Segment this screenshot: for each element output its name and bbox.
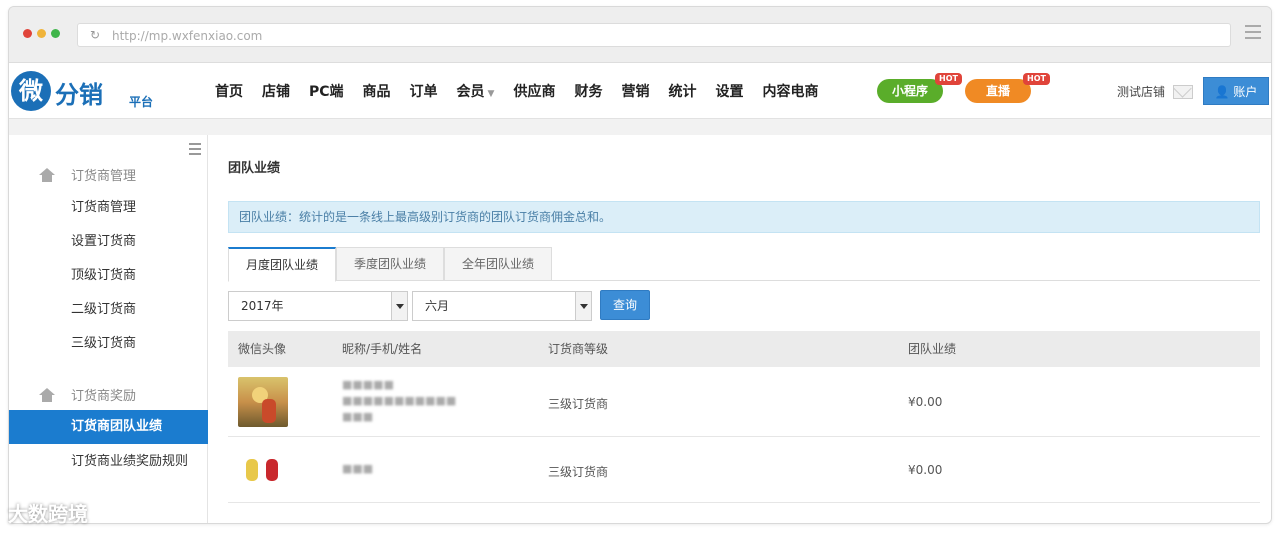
hot-badge: HOT: [1023, 73, 1050, 85]
member-performance: ¥0.00: [908, 395, 943, 409]
user-icon: 👤: [1214, 85, 1234, 99]
chevron-down-icon[interactable]: [575, 292, 591, 320]
sidebar-group-title: 订货商奖励: [71, 389, 137, 404]
period-tabs: 月度团队业绩 季度团队业绩 全年团队业绩: [228, 247, 1260, 282]
chevron-down-icon[interactable]: [391, 292, 407, 320]
query-button[interactable]: 查询: [600, 290, 650, 320]
mail-icon[interactable]: [1173, 85, 1193, 99]
sidebar-toggle-icon[interactable]: [189, 143, 201, 158]
avatar: [240, 455, 286, 487]
member-name-cell: ■■■: [342, 461, 373, 477]
maximize-dot[interactable]: [51, 29, 60, 38]
sidebar-item-set-distributor[interactable]: 设置订货商: [9, 225, 208, 259]
page-title: 团队业绩: [228, 161, 281, 176]
member-name-cell: ■■■■■ ■■■■■■■■■■■ ■■■: [342, 377, 456, 425]
browser-menu-icon[interactable]: [1245, 25, 1261, 41]
member-nickname: ■■■: [342, 462, 374, 475]
account-button[interactable]: 👤 账户: [1203, 77, 1269, 105]
sidebar-item-level2-distributor[interactable]: 二级订货商: [9, 293, 208, 327]
member-level: 三级订货商: [548, 397, 609, 411]
sidebar: 订货商管理 订货商管理 设置订货商 顶级订货商 二级订货商 三级订货商 订货商奖…: [9, 135, 208, 523]
top-navigation: 微 分销 平台 首页 店铺 PC端 商品 订单 会员 ▼ 供应商 财务 营销 统计…: [9, 63, 1271, 119]
home-icon: [39, 387, 55, 402]
mini-program-button[interactable]: 小程序: [877, 79, 943, 103]
address-bar[interactable]: ↻ http://mp.wxfenxiao.com: [77, 23, 1231, 47]
nav-members-label: 会员: [456, 84, 485, 100]
month-select[interactable]: 六月: [412, 291, 592, 321]
year-select[interactable]: 2017年: [228, 291, 408, 321]
live-button[interactable]: 直播: [965, 79, 1031, 103]
sidebar-item-level3-distributor[interactable]: 三级订货商: [9, 327, 208, 361]
reload-icon[interactable]: ↻: [90, 28, 100, 42]
sidebar-item-team-performance[interactable]: 订货商团队业绩: [9, 410, 208, 444]
table-header: 微信头像 昵称/手机/姓名 订货商等级 团队业绩: [228, 331, 1260, 367]
main-menu: 首页 店铺 PC端 商品 订单 会员 ▼ 供应商 财务 营销 统计 设置 内容电商: [215, 63, 837, 119]
logo[interactable]: 微 分销 平台: [11, 71, 171, 111]
logo-subtitle: 平台: [129, 95, 154, 109]
browser-window: ↻ http://mp.wxfenxiao.com 微 分销 平台 首页 店铺 …: [8, 6, 1272, 524]
nav-members[interactable]: 会员 ▼: [457, 81, 495, 101]
member-realname: ■■■: [342, 410, 374, 423]
home-icon: [39, 167, 55, 182]
member-phone: ■■■■■■■■■■■: [342, 394, 457, 407]
close-dot[interactable]: [23, 29, 32, 38]
avatar: [238, 377, 288, 427]
window-controls: [23, 29, 60, 38]
nav-marketing[interactable]: 营销: [621, 81, 649, 101]
info-notice: 团队业绩：统计的是一条线上最高级别订货商的团队订货商佣金总和。: [228, 201, 1260, 233]
sidebar-group-distributor-rewards: 订货商奖励: [39, 385, 136, 404]
table-row: ■■■ 三级订货商 ¥0.00: [228, 437, 1260, 503]
nav-orders[interactable]: 订单: [410, 81, 438, 101]
watermark: 大数跨境: [8, 502, 88, 526]
performance-table: 微信头像 昵称/手机/姓名 订货商等级 团队业绩 ■■■■■ ■■■■■■■■■…: [228, 331, 1260, 503]
minimize-dot[interactable]: [37, 29, 46, 38]
nav-pc[interactable]: PC端: [309, 81, 344, 101]
member-performance: ¥0.00: [908, 463, 943, 477]
url-text[interactable]: http://mp.wxfenxiao.com: [112, 29, 262, 43]
sidebar-item-top-distributor[interactable]: 顶级订货商: [9, 259, 208, 293]
logo-icon: 微: [11, 71, 51, 111]
year-select-value: 2017年: [241, 299, 284, 313]
nav-home[interactable]: 首页: [215, 81, 243, 101]
month-select-value: 六月: [425, 299, 450, 313]
sidebar-group-distributor-management: 订货商管理: [39, 165, 136, 184]
column-header-level: 订货商等级: [548, 342, 609, 356]
shop-name[interactable]: 测试店铺: [1117, 83, 1165, 100]
column-header-performance: 团队业绩: [908, 342, 957, 356]
sidebar-item-reward-rules[interactable]: 订货商业绩奖励规则: [9, 445, 208, 479]
sidebar-item-distributor-management[interactable]: 订货商管理: [9, 191, 208, 225]
nav-store[interactable]: 店铺: [262, 81, 290, 101]
nav-suppliers[interactable]: 供应商: [513, 81, 555, 101]
browser-toolbar: ↻ http://mp.wxfenxiao.com: [9, 7, 1271, 63]
sidebar-group-title: 订货商管理: [71, 169, 137, 184]
tab-quarterly[interactable]: 季度团队业绩: [336, 247, 444, 281]
main-content: 团队业绩 团队业绩：统计的是一条线上最高级别订货商的团队订货商佣金总和。 月度团…: [208, 135, 1271, 523]
table-row: ■■■■■ ■■■■■■■■■■■ ■■■ 三级订货商 ¥0.00: [228, 367, 1260, 437]
nav-finance[interactable]: 财务: [574, 81, 602, 101]
nav-settings[interactable]: 设置: [715, 81, 743, 101]
chevron-down-icon: ▼: [487, 89, 495, 99]
logo-text: 分销: [55, 81, 103, 109]
tab-yearly[interactable]: 全年团队业绩: [444, 247, 552, 281]
hot-badge: HOT: [935, 73, 962, 85]
member-level: 三级订货商: [548, 465, 609, 479]
column-header-avatar: 微信头像: [238, 342, 287, 356]
nav-products[interactable]: 商品: [363, 81, 391, 101]
member-nickname: ■■■■■: [342, 378, 394, 391]
nav-content-commerce[interactable]: 内容电商: [762, 81, 818, 101]
nav-statistics[interactable]: 统计: [668, 81, 696, 101]
account-label: 账户: [1233, 85, 1258, 99]
column-header-name: 昵称/手机/姓名: [342, 342, 423, 356]
tab-monthly[interactable]: 月度团队业绩: [228, 247, 336, 282]
